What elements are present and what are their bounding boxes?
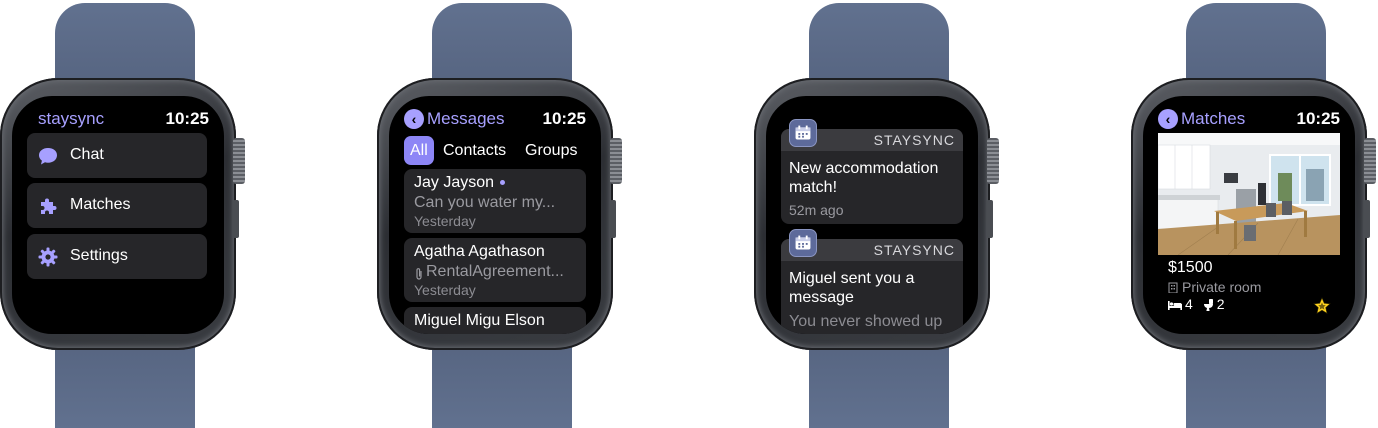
message-time: Yesterday <box>414 213 476 229</box>
puzzle-piece-icon <box>41 198 57 214</box>
tab-all[interactable]: All <box>404 136 434 165</box>
clock-time: 10:25 <box>165 109 209 128</box>
message-preview: Can you water my... <box>414 194 556 211</box>
room-type-label: Private room <box>1182 279 1262 295</box>
toilet-icon <box>1203 299 1213 311</box>
watch-screen: ‹ Matches 10:25 $1500 Private room 4 2 <box>1143 96 1355 334</box>
status-bar: ‹ Matches 10:25 <box>1158 108 1340 130</box>
side-button <box>610 200 616 238</box>
message-preview: RentalAgreement... <box>426 263 564 280</box>
back-chevron-icon[interactable]: ‹ <box>404 109 424 129</box>
notification-preview: You never showed up <box>789 313 943 330</box>
message-time: Yesterday <box>414 282 476 298</box>
app-title: staysync <box>38 109 105 128</box>
clock-time: 10:25 <box>1296 109 1340 128</box>
notification-time: 52m ago <box>789 202 844 218</box>
listing-price: $1500 <box>1168 259 1213 276</box>
status-bar: ‹ Messages 10:25 <box>404 108 586 130</box>
paperclip-icon <box>416 268 422 280</box>
digital-crown <box>1364 138 1376 184</box>
message-sender-name: Agatha Agathason <box>414 243 545 260</box>
calendar-app-icon <box>789 119 817 147</box>
back-chevron-icon[interactable]: ‹ <box>1158 109 1178 129</box>
watch-messages: ‹ Messages 10:25 All Contacts Groups Jay… <box>377 0 627 428</box>
amenities: 4 2 <box>1168 296 1224 312</box>
clock-time: 10:25 <box>542 109 586 128</box>
listing-photo[interactable] <box>1158 133 1340 255</box>
unread-dot-icon <box>500 180 506 186</box>
notification-app-name: STAYSYNC <box>873 132 955 148</box>
status-bar: staysync 10:25 <box>27 108 209 130</box>
bed-icon <box>1168 301 1182 310</box>
gear-icon <box>38 247 58 267</box>
bed-count: 4 <box>1185 296 1193 312</box>
building-icon <box>1168 282 1178 294</box>
watch-screen: STAYSYNC New accommodation match! 52m ag… <box>766 96 978 334</box>
room-type: Private room <box>1168 279 1261 295</box>
message-sender-name: Jay Jayson <box>414 174 495 191</box>
watch-screen: ‹ Messages 10:25 All Contacts Groups Jay… <box>389 96 601 334</box>
side-button <box>987 200 993 238</box>
chat-bubble-icon <box>39 148 57 165</box>
message-row[interactable]: Jay Jayson Can you water my... Yesterday <box>404 169 586 233</box>
watch-notifications: STAYSYNC New accommodation match! 52m ag… <box>754 0 1004 428</box>
menu-item-label: Settings <box>70 247 128 264</box>
notification-body: New accommodation match! <box>789 160 939 196</box>
message-row[interactable]: Agatha Agathason RentalAgreement... Yest… <box>404 238 586 302</box>
digital-crown <box>987 138 999 184</box>
side-button <box>1364 200 1370 238</box>
digital-crown <box>233 138 245 184</box>
menu-item-label: Chat <box>70 146 104 163</box>
back-button-label[interactable]: Matches <box>1181 109 1245 129</box>
message-sender: Jay Jayson <box>414 174 506 192</box>
watch-match: ‹ Matches 10:25 $1500 Private room 4 2 <box>1131 0 1378 428</box>
menu-item-chat[interactable]: Chat <box>27 133 207 178</box>
notification-app-name: STAYSYNC <box>873 242 955 258</box>
side-button <box>233 200 239 238</box>
watch-home: staysync 10:25 Chat Matches Settings <box>0 0 250 428</box>
message-sender-name: Miguel Migu Elson <box>414 312 545 329</box>
favorite-star-icon[interactable] <box>1313 297 1331 315</box>
calendar-app-icon <box>789 229 817 257</box>
notification-body: Miguel sent you a message <box>789 270 915 306</box>
menu-item-label: Matches <box>70 196 131 213</box>
tab-groups[interactable]: Groups <box>525 136 577 165</box>
tab-contacts[interactable]: Contacts <box>443 136 506 165</box>
menu-item-settings[interactable]: Settings <box>27 234 207 279</box>
message-row[interactable]: Miguel Migu Elson <box>404 307 586 334</box>
bath-count: 2 <box>1216 296 1225 312</box>
digital-crown <box>610 138 622 184</box>
back-button-label[interactable]: Messages <box>427 109 504 129</box>
watch-screen: staysync 10:25 Chat Matches Settings <box>12 96 224 334</box>
menu-item-matches[interactable]: Matches <box>27 183 207 228</box>
